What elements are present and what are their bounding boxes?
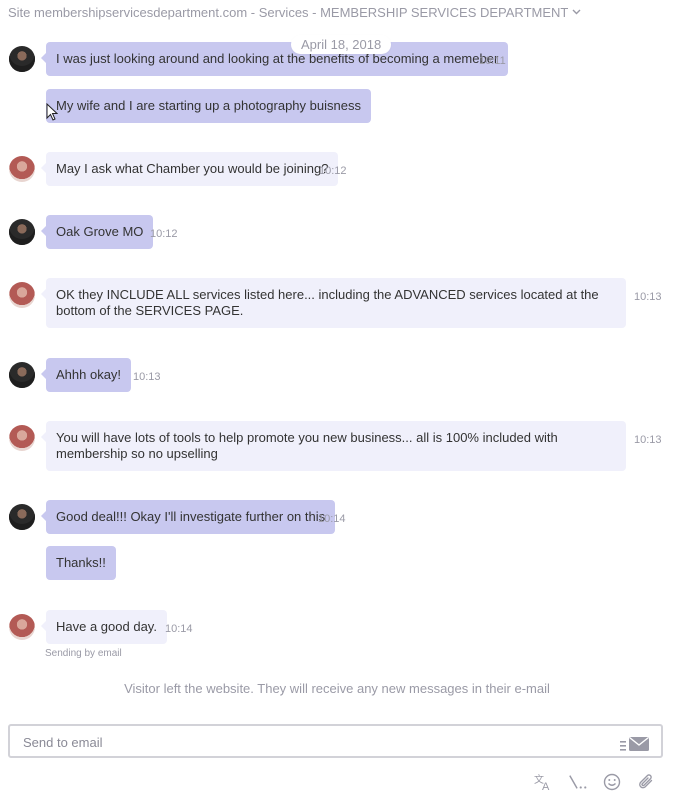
- visitor-avatar: [9, 219, 35, 245]
- translate-icon[interactable]: 文 A: [534, 772, 554, 792]
- email-icon[interactable]: [620, 736, 650, 757]
- composer-toolbar: 文 A: [534, 772, 656, 792]
- date-separator: April 18, 2018: [291, 35, 392, 54]
- svg-text:A: A: [542, 781, 550, 791]
- message-bubble: Good deal!!! Okay I'll investigate furth…: [40, 500, 336, 534]
- message-text: Thanks!!: [56, 555, 106, 570]
- message-input-box[interactable]: [8, 724, 663, 758]
- message-bubble: OK they INCLUDE ALL services listed here…: [41, 278, 626, 328]
- chat-header[interactable]: Site membershipservicesdepartment.com - …: [8, 5, 581, 20]
- message-time: 10:14: [318, 513, 346, 525]
- visitor-avatar: [9, 46, 35, 72]
- message-time: 10:13: [634, 291, 662, 303]
- message-time: 10:12: [319, 165, 347, 177]
- message-text: I was just looking around and looking at…: [56, 51, 499, 66]
- agent-avatar: [9, 156, 35, 182]
- message-time: 10:13: [133, 371, 161, 383]
- message-bubble: Thanks!!: [46, 546, 116, 580]
- visitor-avatar: [9, 504, 35, 530]
- agent-avatar: [9, 425, 35, 451]
- chat-header-title: Site membershipservicesdepartment.com - …: [8, 5, 569, 20]
- chevron-down-icon[interactable]: [572, 7, 581, 18]
- attachment-icon[interactable]: [636, 772, 656, 792]
- message-bubble: You will have lots of tools to help prom…: [41, 421, 626, 471]
- message-text: OK they INCLUDE ALL services listed here…: [56, 287, 599, 318]
- message-bubble: Oak Grove MO: [40, 215, 154, 249]
- message-text: Good deal!!! Okay I'll investigate furth…: [56, 509, 326, 524]
- message-text: May I ask what Chamber you would be join…: [56, 161, 329, 176]
- emoji-icon[interactable]: [602, 772, 622, 792]
- message-time: 10:11: [479, 55, 506, 67]
- message-text: My wife and I are starting up a photogra…: [56, 98, 361, 113]
- visitor-avatar: [9, 362, 35, 388]
- message-bubble: I was just looking around and looking at…: [40, 42, 509, 76]
- message-text: Oak Grove MO: [56, 224, 144, 239]
- agent-avatar: [9, 614, 35, 640]
- message-text: Have a good day.: [56, 619, 157, 634]
- visitor-left-notice: Visitor left the website. They will rece…: [124, 681, 550, 696]
- mouse-cursor-icon: [46, 102, 59, 126]
- agent-avatar: [9, 282, 35, 308]
- message-time: 10:13: [634, 434, 662, 446]
- message-text: Ahhh okay!: [56, 367, 122, 382]
- slash-command-icon[interactable]: [568, 772, 588, 792]
- message-text: You will have lots of tools to help prom…: [56, 430, 558, 461]
- message-bubble: May I ask what Chamber you would be join…: [40, 152, 339, 186]
- message-bubble: Have a good day.: [41, 610, 167, 644]
- message-time: 10:14: [165, 623, 193, 635]
- message-bubble: Ahhh okay!: [40, 358, 132, 392]
- message-time: 10:12: [150, 228, 178, 240]
- message-bubble: My wife and I are starting up a photogra…: [46, 89, 371, 123]
- sending-status: Sending by email: [45, 648, 122, 659]
- send-to-email-input[interactable]: [21, 734, 585, 751]
